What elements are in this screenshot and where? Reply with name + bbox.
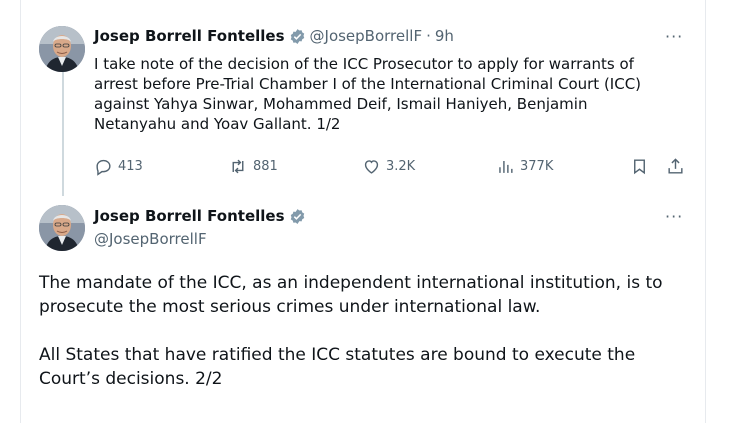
tweet-paragraph: All States that have ratified the ICC st… xyxy=(39,345,636,389)
repost-count: 881 xyxy=(253,159,278,174)
tweet-thread: Josep Borrell Fontelles @JosepBorrellF ·… xyxy=(0,0,730,423)
author-name[interactable]: Josep Borrell Fontelles xyxy=(94,27,285,45)
avatar-photo xyxy=(39,205,85,251)
share-icon xyxy=(668,158,683,174)
more-icon[interactable]: ··· xyxy=(665,209,683,225)
timestamp[interactable]: 9h xyxy=(435,27,454,45)
author-name[interactable]: Josep Borrell Fontelles xyxy=(94,207,285,225)
avatar[interactable] xyxy=(39,26,85,72)
action-bar: 413 881 3.2K 377K xyxy=(94,157,694,179)
avatar[interactable] xyxy=(39,205,85,251)
like-button[interactable]: 3.2K xyxy=(362,157,415,176)
thread-connector-line xyxy=(62,72,64,196)
share-button[interactable] xyxy=(666,157,685,176)
views-icon xyxy=(499,160,513,173)
bookmark-icon xyxy=(634,159,645,175)
repost-icon xyxy=(232,159,244,174)
separator-dot: · xyxy=(426,27,431,45)
tweet-text: I take note of the decision of the ICC P… xyxy=(94,55,642,133)
tweet-paragraph: The mandate of the ICC, as an independen… xyxy=(39,273,663,317)
verified-badge-icon[interactable] xyxy=(289,28,306,45)
author-handle[interactable]: @JosepBorrellF xyxy=(94,230,207,248)
column-border-left xyxy=(20,0,21,423)
tweet-text: The mandate of the ICC, as an independen… xyxy=(39,271,689,415)
tweet2-header: Josep Borrell Fontelles xyxy=(94,207,306,225)
like-count: 3.2K xyxy=(386,159,416,174)
tweet1-header: Josep Borrell Fontelles @JosepBorrellF ·… xyxy=(94,27,454,45)
views-button[interactable]: 377K xyxy=(496,157,553,176)
repost-button[interactable]: 881 xyxy=(228,157,278,176)
verified-badge-icon[interactable] xyxy=(289,208,306,225)
views-count: 377K xyxy=(520,159,554,174)
heart-icon xyxy=(364,160,379,174)
avatar-photo xyxy=(39,26,85,72)
column-border-right xyxy=(705,0,706,423)
reply-icon xyxy=(96,159,111,176)
more-icon[interactable]: ··· xyxy=(665,29,683,45)
bookmark-button[interactable] xyxy=(630,157,649,176)
author-handle[interactable]: @JosepBorrellF xyxy=(310,27,423,45)
reply-count: 413 xyxy=(118,159,143,174)
reply-button[interactable]: 413 xyxy=(94,157,143,176)
